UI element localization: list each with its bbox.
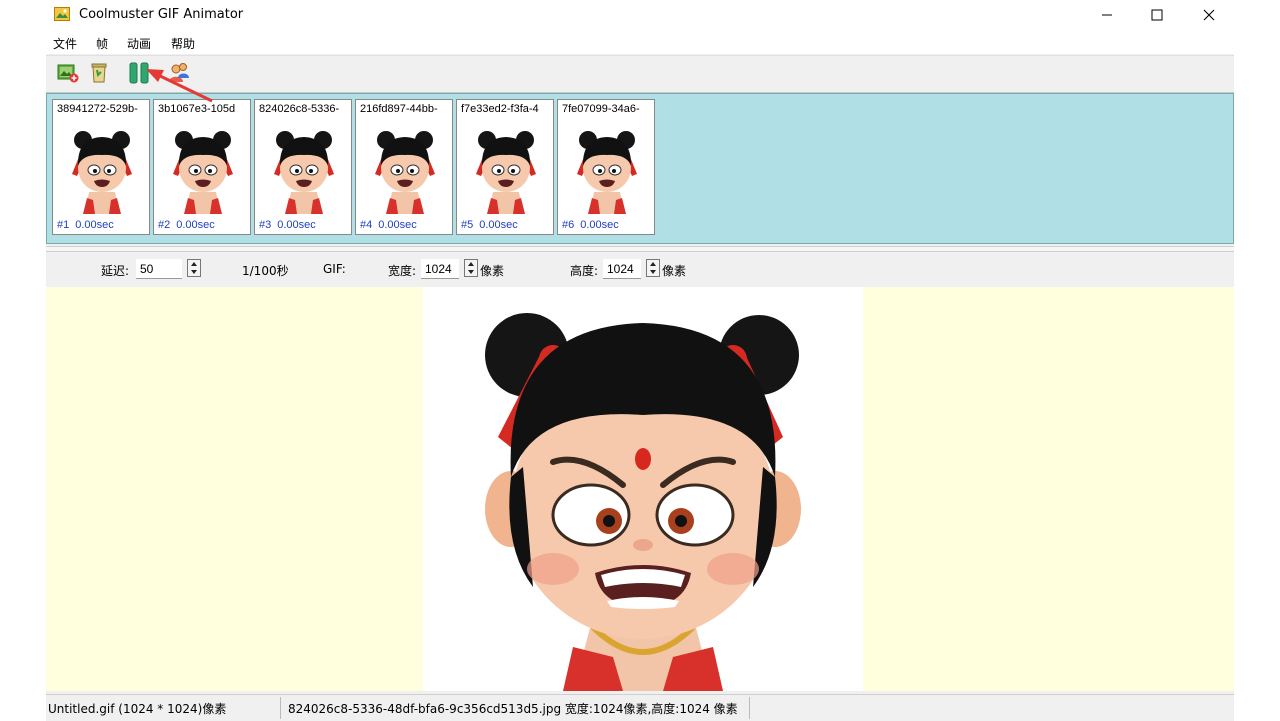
- frame-image: [274, 131, 334, 214]
- panel-splitter[interactable]: [46, 246, 1234, 252]
- frame-filename: 824026c8-5336-: [259, 103, 340, 115]
- frame-delay: 0.00sec: [580, 219, 619, 231]
- menu-bar: 文件 帧 动画 帮助: [46, 30, 1234, 54]
- minimize-icon: [1102, 14, 1112, 16]
- frame-index: #1: [57, 219, 70, 231]
- maximize-icon: [1151, 9, 1163, 21]
- frame-index-label: #6 0.00sec: [562, 219, 619, 231]
- add-image-icon: [57, 64, 79, 83]
- frame-image: [72, 131, 132, 214]
- frame-thumbnail[interactable]: 38941272-529b- #1 0.00sec: [52, 99, 150, 235]
- delay-label: 延迟:: [101, 264, 130, 278]
- close-button[interactable]: [1182, 0, 1236, 30]
- frame-index-label: #5 0.00sec: [461, 219, 518, 231]
- minimize-button[interactable]: [1080, 0, 1134, 30]
- delay-spinner[interactable]: [187, 259, 201, 277]
- width-spinner[interactable]: [464, 259, 478, 277]
- delete-frame-button[interactable]: [86, 60, 112, 86]
- frame-filename: 216fd897-44bb-: [360, 103, 438, 115]
- frame-delay: 0.00sec: [277, 219, 316, 231]
- add-frame-button[interactable]: [55, 60, 81, 86]
- preview-area: [46, 287, 1234, 691]
- menu-help[interactable]: 帮助: [171, 35, 195, 52]
- delay-unit: 1/100秒: [242, 264, 289, 278]
- frame-thumbnail[interactable]: 3b1067e3-105d #2 0.00sec: [153, 99, 251, 235]
- frame-index: #6: [562, 219, 575, 231]
- frame-image: [476, 131, 536, 214]
- character-portrait: [485, 313, 801, 691]
- maximize-button[interactable]: [1130, 0, 1184, 30]
- frame-delay: 0.00sec: [176, 219, 215, 231]
- close-icon: [1203, 9, 1215, 21]
- menu-animation[interactable]: 动画: [127, 35, 151, 52]
- frame-image: [375, 131, 435, 214]
- width-label: 宽度:: [388, 264, 417, 278]
- frame-index: #2: [158, 219, 171, 231]
- frame-filename: 7fe07099-34a6-: [562, 103, 640, 115]
- window-title: Coolmuster GIF Animator: [79, 7, 244, 22]
- frame-thumbnail[interactable]: 7fe07099-34a6- #6 0.00sec: [557, 99, 655, 235]
- app-icon: [54, 7, 70, 21]
- menu-file[interactable]: 文件: [53, 35, 77, 52]
- delay-input[interactable]: [136, 259, 182, 279]
- toolbar: [46, 55, 1234, 93]
- frames-panel: 38941272-529b- #1 0.00sec 3b1067e3-105d #2 0.…: [46, 93, 1234, 244]
- height-unit: 像素: [662, 264, 687, 278]
- users-icon: [169, 63, 189, 82]
- frame-index-label: #2 0.00sec: [158, 219, 215, 231]
- width-unit: 像素: [480, 264, 505, 278]
- status-file-info: Untitled.gif (1024 * 1024)像素: [48, 702, 227, 716]
- frame-delay: 0.00sec: [479, 219, 518, 231]
- frame-delay: 0.00sec: [75, 219, 114, 231]
- frame-filename: 3b1067e3-105d: [158, 103, 236, 115]
- title-bar: Coolmuster GIF Animator: [46, 0, 1234, 30]
- preview-image: [423, 287, 863, 691]
- gif-label: GIF:: [323, 262, 346, 276]
- frame-index: #3: [259, 219, 272, 231]
- frame-filename: f7e33ed2-f3fa-4: [461, 103, 539, 115]
- app-window: Coolmuster GIF Animator 文件 帧 动画 帮助 38941…: [46, 0, 1234, 721]
- status-divider: [280, 697, 281, 719]
- height-input[interactable]: [603, 259, 641, 279]
- height-label: 高度:: [570, 264, 599, 278]
- menu-frame[interactable]: 帧: [96, 35, 108, 52]
- height-spinner[interactable]: [646, 259, 660, 277]
- frame-index-label: #4 0.00sec: [360, 219, 417, 231]
- frame-index: #4: [360, 219, 373, 231]
- trash-icon: [91, 63, 107, 83]
- gif-parameters: 延迟: 1/100秒 GIF: 宽度: 像素 高度: 像素: [46, 254, 1234, 286]
- pause-button[interactable]: [126, 60, 152, 86]
- frame-image: [173, 131, 233, 214]
- frame-thumbnail[interactable]: f7e33ed2-f3fa-4 #5 0.00sec: [456, 99, 554, 235]
- frame-thumbnail[interactable]: 824026c8-5336- #3 0.00sec: [254, 99, 352, 235]
- frame-index-label: #1 0.00sec: [57, 219, 114, 231]
- status-frame-info: 824026c8-5336-48df-bfa6-9c356cd513d5.jpg…: [288, 702, 738, 716]
- frame-index: #5: [461, 219, 474, 231]
- frame-index-label: #3 0.00sec: [259, 219, 316, 231]
- status-bar: Untitled.gif (1024 * 1024)像素 824026c8-53…: [46, 694, 1234, 721]
- width-input[interactable]: [421, 259, 459, 279]
- frame-filename: 38941272-529b-: [57, 103, 138, 115]
- status-divider: [749, 697, 750, 719]
- frame-image: [577, 131, 637, 214]
- frame-thumbnail[interactable]: 216fd897-44bb- #4 0.00sec: [355, 99, 453, 235]
- pause-icon: [129, 62, 149, 84]
- frame-delay: 0.00sec: [378, 219, 417, 231]
- settings-button[interactable]: [166, 60, 192, 86]
